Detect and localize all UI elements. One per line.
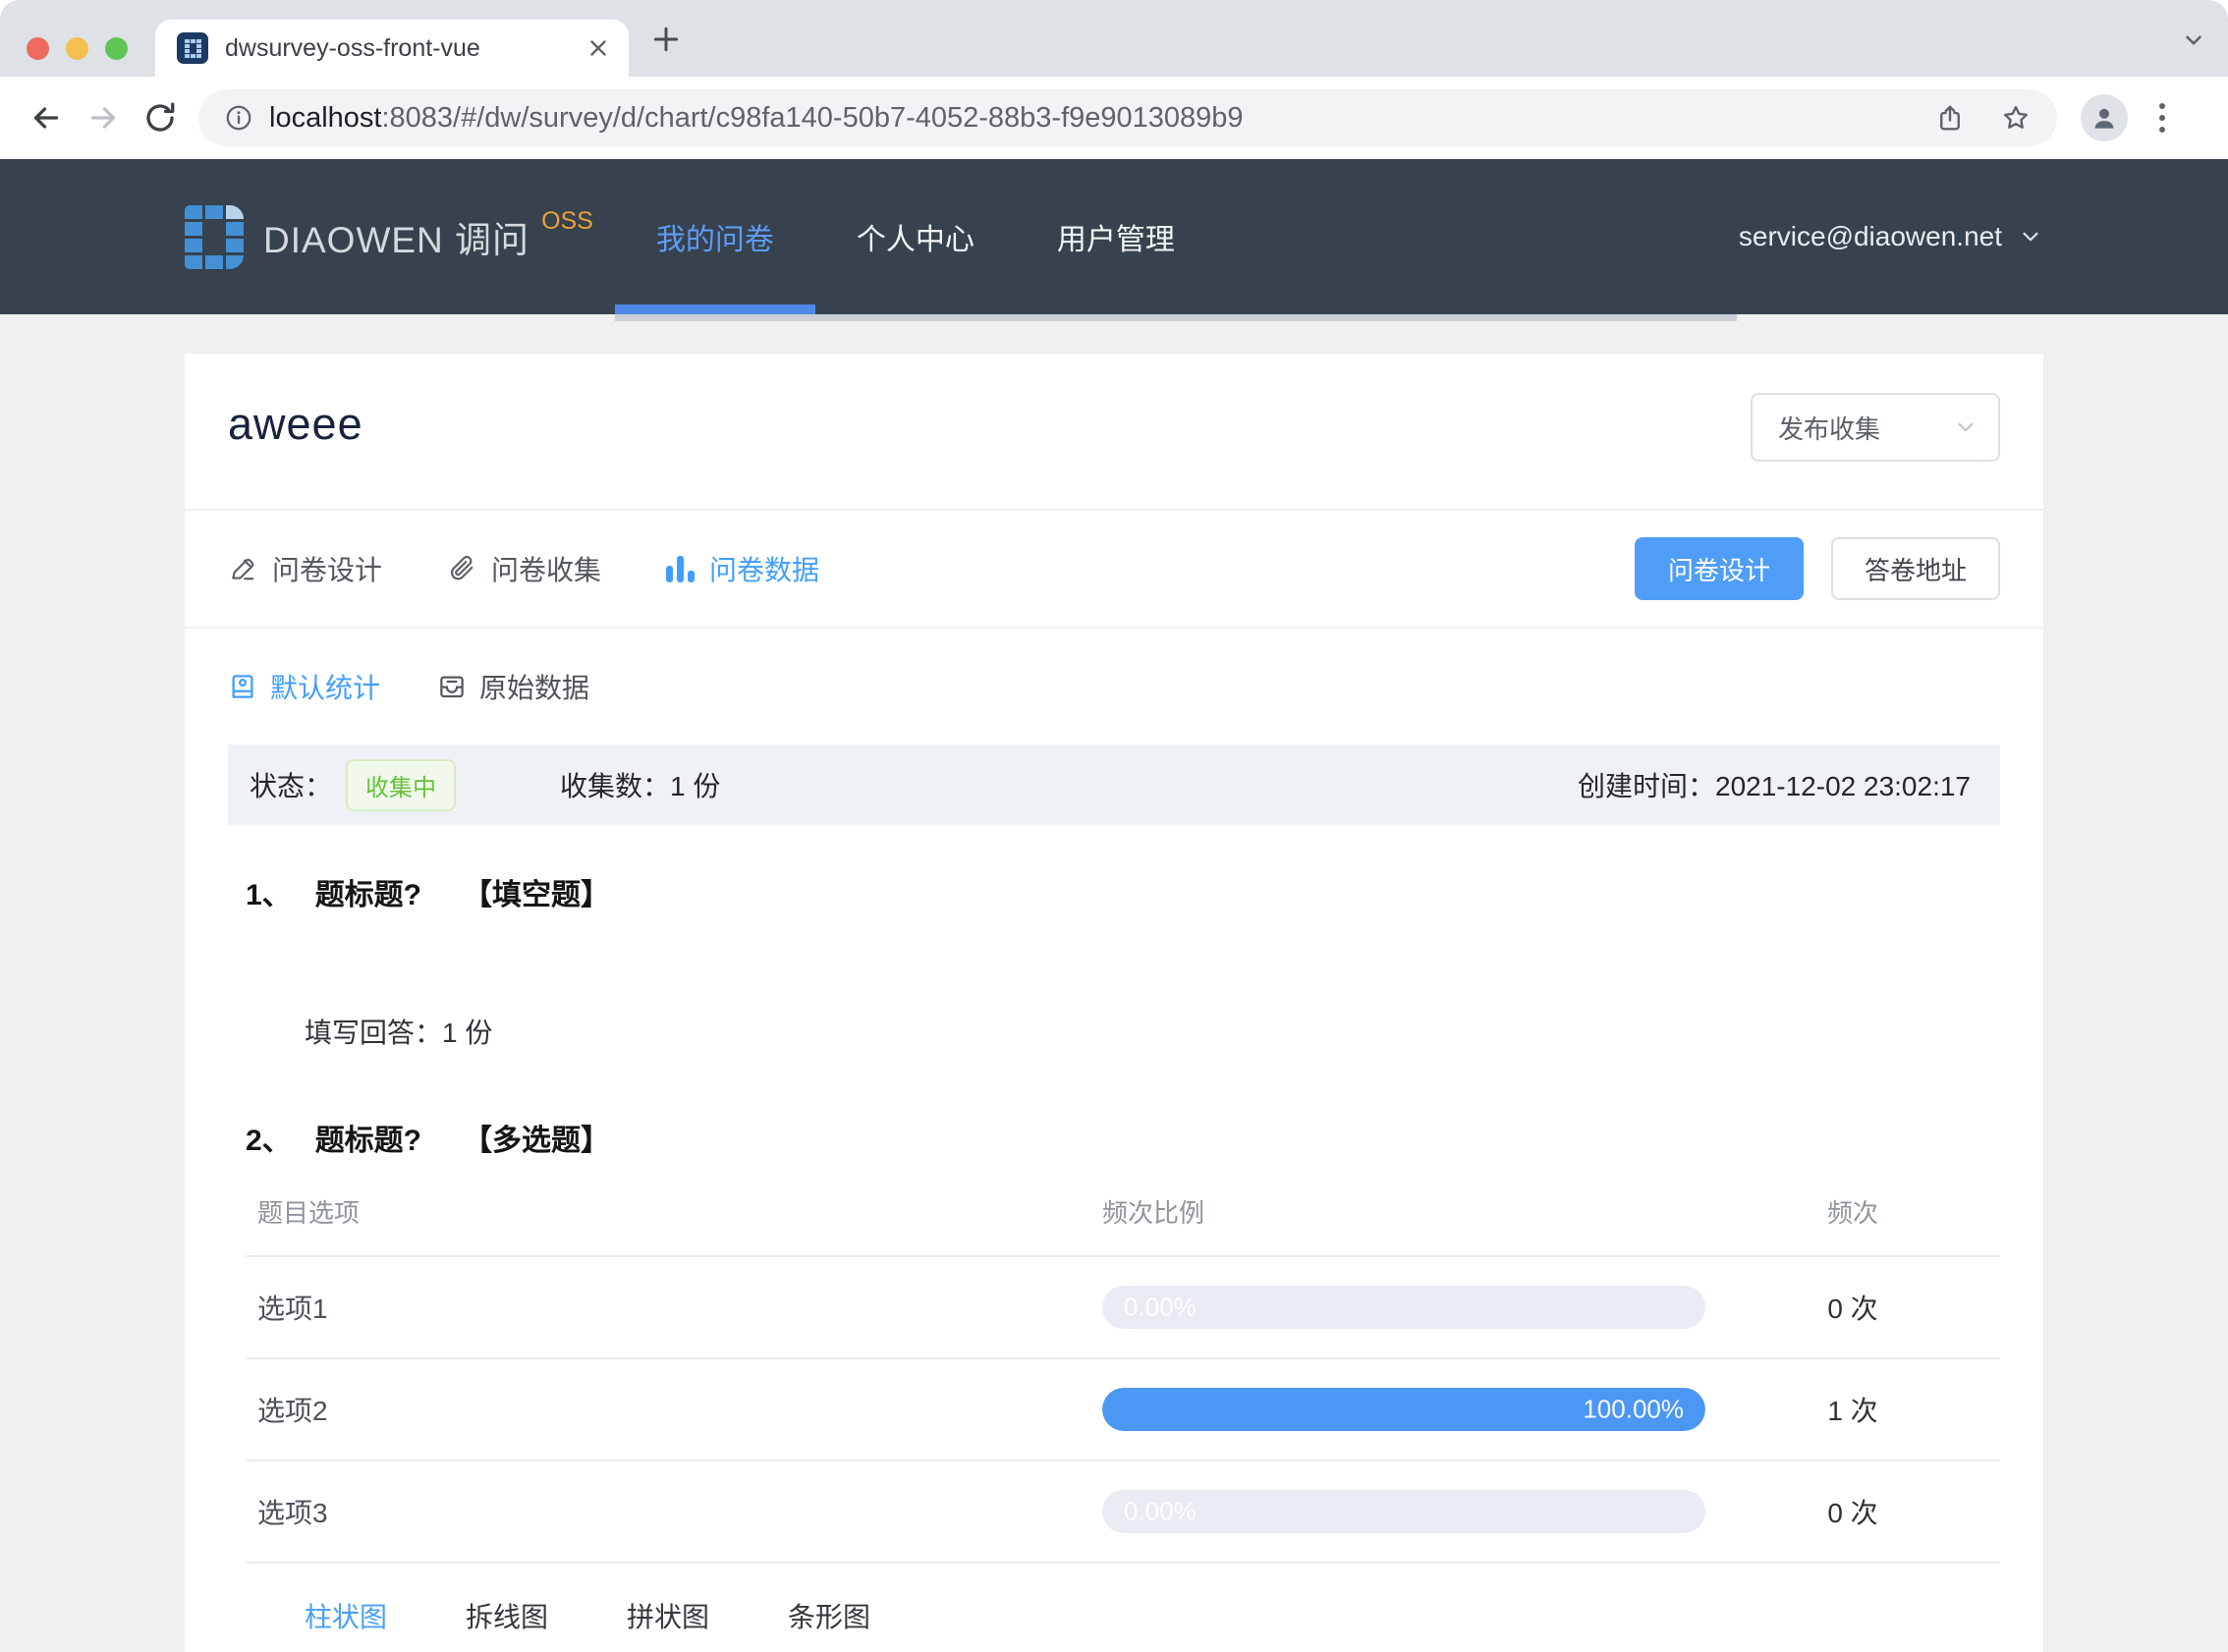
close-window-button[interactable]	[27, 37, 49, 60]
progress-bar: 100.00%	[1102, 1388, 1705, 1431]
brand[interactable]: DIAOWEN 调问 OSS	[185, 204, 593, 269]
edit-icon	[232, 558, 254, 580]
account-email: service@diaowen.net	[1738, 221, 2002, 251]
nav-item-user-management[interactable]: 用户管理	[1016, 159, 1216, 314]
inbox-icon	[440, 676, 464, 698]
chart-type-tabs: 柱状图 拆线图 拼状图 条形图	[289, 1587, 1957, 1652]
brand-name: DIAOWEN 调问	[263, 220, 530, 260]
tab-title: dwsurvey-oss-front-vue	[225, 33, 480, 62]
browser-toolbar: localhost:8083/#/dw/survey/d/chart/c98fa…	[0, 77, 2228, 159]
status-band: 状态： 收集中 收集数：1 份 创建时间：2021-12-02 23:02:17	[228, 744, 2000, 825]
browser-tab[interactable]: dwsurvey-oss-front-vue	[155, 20, 629, 77]
fullscreen-window-button[interactable]	[105, 37, 128, 60]
brand-oss-badge: OSS	[541, 206, 593, 235]
back-button[interactable]	[18, 89, 75, 146]
tag-icon	[232, 675, 253, 698]
tab-bar-chart[interactable]: 条形图	[788, 1596, 870, 1635]
page-body: aweee 发布收集 问卷设计 问卷收集 问卷数据 问卷设计 答卷地址 默认统计…	[0, 314, 2228, 1652]
progress-bar: 0.00%	[1102, 1286, 1705, 1329]
option-count: 0 次	[1827, 1498, 1878, 1528]
address-bar[interactable]: localhost:8083/#/dw/survey/d/chart/c98fa…	[198, 89, 2057, 146]
bookmark-star-icon[interactable]	[2000, 102, 2032, 134]
question-2: 2、 题标题? 【多选题】 题目选项 频次比例 频次 选项1 0.00% 0 次	[228, 1116, 2000, 1652]
collect-count: 收集数：1 份	[560, 771, 721, 801]
browser-menu-button[interactable]	[2153, 97, 2171, 138]
minimize-window-button[interactable]	[66, 37, 88, 60]
tab-line-chart[interactable]: 拆线图	[466, 1596, 548, 1635]
close-tab-icon[interactable]	[585, 35, 611, 61]
new-tab-button[interactable]	[650, 24, 682, 55]
option-count: 1 次	[1827, 1396, 1878, 1426]
nav-menu: 我的问卷 个人中心 用户管理	[614, 159, 1737, 321]
tab-list-chevron-icon[interactable]	[2181, 28, 2206, 53]
tab-survey-collect[interactable]: 问卷收集	[447, 549, 601, 588]
stat-tabs: 默认统计 原始数据	[185, 629, 2043, 744]
site-info-icon[interactable]	[224, 103, 253, 133]
option-label: 选项3	[257, 1498, 328, 1528]
status-badge: 收集中	[346, 758, 457, 811]
browser-tab-strip: dwsurvey-oss-front-vue	[0, 0, 2228, 77]
option-count: 0 次	[1827, 1294, 1878, 1324]
survey-card: aweee 发布收集 问卷设计 问卷收集 问卷数据 问卷设计 答卷地址 默认统计…	[185, 354, 2043, 1652]
tab-survey-data[interactable]: 问卷数据	[666, 549, 819, 588]
status-label: 状态：	[250, 771, 333, 801]
browser-window: dwsurvey-oss-front-vue localhost:8083/#/…	[0, 0, 2228, 1652]
answer-url-button[interactable]: 答卷地址	[1830, 537, 2000, 600]
chevron-down-icon	[2023, 232, 2038, 242]
bar-chart-icon	[666, 555, 696, 582]
progress-bar: 0.00%	[1102, 1490, 1705, 1533]
nav-item-personal-center[interactable]: 个人中心	[815, 159, 1016, 314]
survey-section-tabs: 问卷设计 问卷收集 问卷数据 问卷设计 答卷地址	[185, 511, 2043, 629]
question-1: 1、 题标题? 【填空题】 填写回答：1 份	[228, 870, 2000, 1051]
options-table: 题目选项 频次比例 频次 选项1 0.00% 0 次 选项2 100.00% 1…	[246, 1167, 2000, 1564]
reload-button[interactable]	[132, 89, 189, 146]
nav-item-my-surveys[interactable]: 我的问卷	[614, 159, 815, 314]
question-1-answer-count: 填写回答：1 份	[305, 1018, 493, 1048]
table-row: 选项2 100.00% 1 次	[246, 1359, 2000, 1461]
chevron-down-icon	[1958, 422, 1974, 432]
account-dropdown[interactable]: service@diaowen.net	[1739, 221, 2043, 252]
option-label: 选项1	[257, 1294, 328, 1324]
table-row: 选项3 0.00% 0 次	[246, 1461, 2000, 1564]
tab-survey-design[interactable]: 问卷设计	[228, 549, 382, 588]
options-table-header: 题目选项 频次比例 频次	[246, 1167, 2000, 1257]
question-2-title: 2、 题标题? 【多选题】	[246, 1125, 611, 1157]
question-1-title: 1、 题标题? 【填空题】	[246, 879, 611, 911]
publish-collect-select[interactable]: 发布收集	[1751, 393, 2000, 462]
survey-design-button[interactable]: 问卷设计	[1634, 537, 1804, 600]
option-label: 选项2	[257, 1396, 328, 1426]
created-time: 创建时间：2021-12-02 23:02:17	[1577, 771, 1971, 801]
tab-default-stats[interactable]: 默认统计	[228, 667, 380, 706]
tab-raw-data[interactable]: 原始数据	[437, 667, 589, 706]
site-favicon-icon	[177, 32, 208, 64]
url-text: localhost:8083/#/dw/survey/d/chart/c98fa…	[269, 101, 1244, 134]
diaowen-logo-icon	[185, 204, 244, 269]
tab-column-chart[interactable]: 柱状图	[305, 1596, 387, 1635]
forward-button[interactable]	[75, 89, 132, 146]
survey-header: aweee 发布收集	[185, 354, 2043, 511]
link-icon	[451, 555, 473, 580]
table-row: 选项1 0.00% 0 次	[246, 1257, 2000, 1359]
survey-title: aweee	[228, 399, 363, 449]
tab-pie-chart[interactable]: 拼状图	[627, 1596, 709, 1635]
app-navbar: DIAOWEN 调问 OSS 我的问卷 个人中心 用户管理 service@di…	[0, 159, 2228, 321]
share-icon[interactable]	[1935, 103, 1965, 133]
window-controls	[27, 37, 128, 60]
profile-avatar[interactable]	[2081, 94, 2128, 141]
